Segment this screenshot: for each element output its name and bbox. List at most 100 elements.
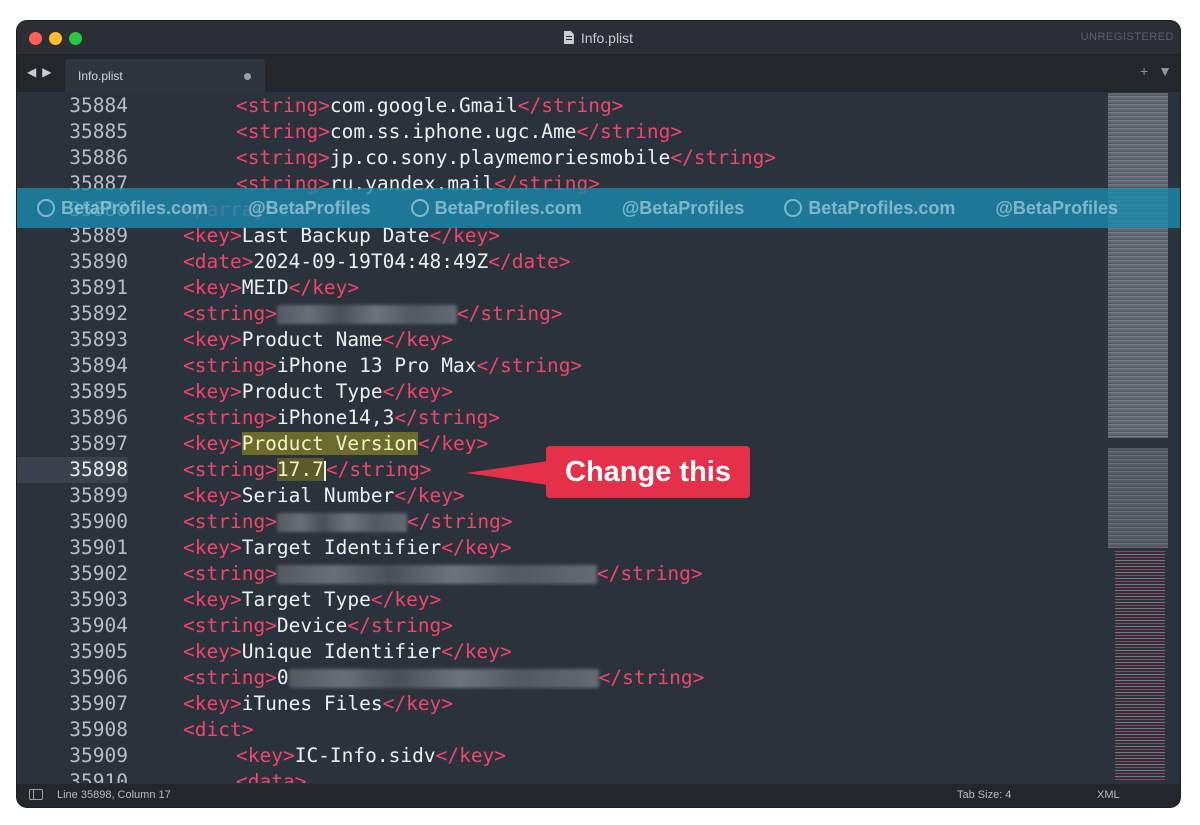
code-line[interactable]: 35891 <key>MEID</key>	[17, 275, 1107, 301]
watermark-text: @BetaProfiles	[248, 197, 371, 218]
line-number-text: 35896	[69, 406, 128, 429]
code-text: <key>Target Type</key>	[183, 587, 441, 613]
tab-actions: + ▼	[1140, 63, 1172, 79]
previous-tab-icon[interactable]: ◀	[27, 65, 36, 79]
xml-value: Target Identifier	[241, 536, 442, 559]
line-number: 35900	[17, 509, 128, 535]
line-number: 35907	[17, 691, 128, 717]
xml-tag: </string>	[456, 302, 563, 325]
watermark-text: BetaProfiles.com	[434, 197, 582, 218]
code-text: <key>Unique Identifier</key>	[183, 639, 512, 665]
xml-tag: </string>	[517, 94, 624, 117]
line-number-text: 35890	[69, 250, 128, 273]
xml-value: IC-Info.sidv	[294, 744, 436, 767]
change-this-callout: Change this	[546, 446, 750, 498]
xml-value: com.ss.iphone.ugc.Ame	[329, 120, 577, 143]
watermark-item: @BetaProfiles	[248, 198, 371, 219]
watermark-band: BetaProfiles.com @BetaProfiles BetaProfile…	[17, 188, 1180, 228]
redacted-value	[276, 513, 407, 532]
xml-tag: </date>	[488, 250, 571, 273]
tab-menu-icon[interactable]: ▼	[1158, 63, 1172, 79]
code-text: <key>Product Type</key>	[183, 379, 453, 405]
line-number: 35905	[17, 639, 128, 665]
xml-value: iTunes Files	[241, 692, 383, 715]
xml-tag: </key>	[417, 432, 489, 455]
code-line[interactable]: 35885 <string>com.ss.iphone.ugc.Ame</stri…	[17, 119, 1107, 145]
code-line[interactable]: 35903 <key>Target Type</key>	[17, 587, 1107, 613]
xml-value: Target Type	[241, 588, 371, 611]
xml-value: 0	[276, 666, 289, 689]
code-text: <key>Serial Number</key>	[183, 483, 465, 509]
xml-tag: </string>	[670, 146, 777, 169]
tab-label: Info.plist	[78, 69, 123, 83]
code-text: <key>Product Name</key>	[183, 327, 453, 353]
code-line[interactable]: 35896 <string>iPhone14,3</string>	[17, 405, 1107, 431]
code-line[interactable]: 35901 <key>Target Identifier</key>	[17, 535, 1107, 561]
code-line[interactable]: 35900 <string> </string>	[17, 509, 1107, 535]
code-line[interactable]: 35906 <string>0 </string>	[17, 665, 1107, 691]
code-text: <key>MEID</key>	[183, 275, 359, 301]
add-tab-icon[interactable]: +	[1140, 63, 1148, 79]
xml-tag: </string>	[476, 354, 583, 377]
code-line[interactable]: 35905 <key>Unique Identifier</key>	[17, 639, 1107, 665]
document-icon	[563, 31, 574, 44]
syntax-selector[interactable]: XML	[1097, 789, 1120, 801]
watermark-item: BetaProfiles.com	[784, 198, 955, 219]
xml-value: Product Name	[241, 328, 383, 351]
cursor-position: Line 35898, Column 17	[57, 789, 171, 801]
line-number: 35891	[17, 275, 128, 301]
code-line[interactable]: 35910 <data>	[17, 769, 1107, 783]
code-line[interactable]: 35890 <date>2024-09-19T04:48:49Z</date>	[17, 249, 1107, 275]
code-text: <string>17.7 </string>	[183, 457, 432, 483]
redacted-value	[288, 669, 599, 688]
tab-size-selector[interactable]: Tab Size: 4	[957, 789, 1011, 801]
xml-tag: <string>	[183, 666, 277, 689]
code-line[interactable]: 35909 <key>IC-Info.sidv</key>	[17, 743, 1107, 769]
code-line[interactable]: 35904 <string>Device</string>	[17, 613, 1107, 639]
code-line[interactable]: 35884 <string>com.google.Gmail</string>	[17, 93, 1107, 119]
xml-tag: <string>	[183, 614, 277, 637]
xml-tag: </key>	[382, 380, 454, 403]
xml-tag: </string>	[576, 120, 683, 143]
xml-value: Product Type	[241, 380, 383, 403]
next-tab-icon[interactable]: ▶	[42, 65, 51, 79]
line-number: 35885	[17, 119, 128, 145]
xml-value: iPhone 13 Pro Max	[276, 354, 477, 377]
code-text: <key>Product Version</key>	[183, 431, 488, 457]
code-line[interactable]: 35893 <key>Product Name</key>	[17, 327, 1107, 353]
tab-info-plist[interactable]: Info.plist	[65, 59, 265, 92]
code-line[interactable]: 35895 <key>Product Type</key>	[17, 379, 1107, 405]
line-number-text: 35895	[69, 380, 128, 403]
xml-value: 17.7	[276, 458, 324, 481]
xml-tag: </key>	[435, 744, 507, 767]
window-title-group: Info.plist	[17, 21, 1180, 54]
xml-tag: <string>	[183, 406, 277, 429]
code-line[interactable]: 35886 <string>jp.co.sony.playmemoriesmobi…	[17, 145, 1107, 171]
sidebar-toggle-icon[interactable]	[29, 789, 43, 800]
line-number-text: 35891	[69, 276, 128, 299]
line-number-text: 35910	[69, 770, 128, 783]
redacted-value	[276, 305, 457, 324]
line-number: 35899	[17, 483, 128, 509]
xml-value: Device	[276, 614, 348, 637]
code-line[interactable]: 35908 <dict>	[17, 717, 1107, 743]
xml-tag: <string>	[236, 120, 330, 143]
code-text: <string> </string>	[183, 561, 703, 587]
line-number: 35886	[17, 145, 128, 171]
xml-tag: </key>	[441, 536, 512, 559]
line-number-text: 35897	[69, 432, 128, 455]
xml-tag: </string>	[394, 406, 500, 429]
code-text: <string>iPhone 13 Pro Max</string>	[183, 353, 582, 379]
code-text: <string> </string>	[183, 509, 513, 535]
code-line[interactable]: 35892 <string> </string>	[17, 301, 1107, 327]
code-line[interactable]: 35894 <string>iPhone 13 Pro Max</string>	[17, 353, 1107, 379]
watermark-item: BetaProfiles.com	[37, 198, 208, 219]
unsaved-dot-icon[interactable]	[244, 73, 251, 80]
watermark-text: @BetaProfiles	[995, 197, 1118, 218]
code-text: <dict>	[183, 717, 253, 743]
xml-tag: </string>	[596, 562, 703, 585]
code-line[interactable]: 35902 <string> </string>	[17, 561, 1107, 587]
line-number-text: 35904	[69, 614, 128, 637]
code-text: <string>iPhone14,3</string>	[183, 405, 500, 431]
code-line[interactable]: 35907 <key>iTunes Files</key>	[17, 691, 1107, 717]
